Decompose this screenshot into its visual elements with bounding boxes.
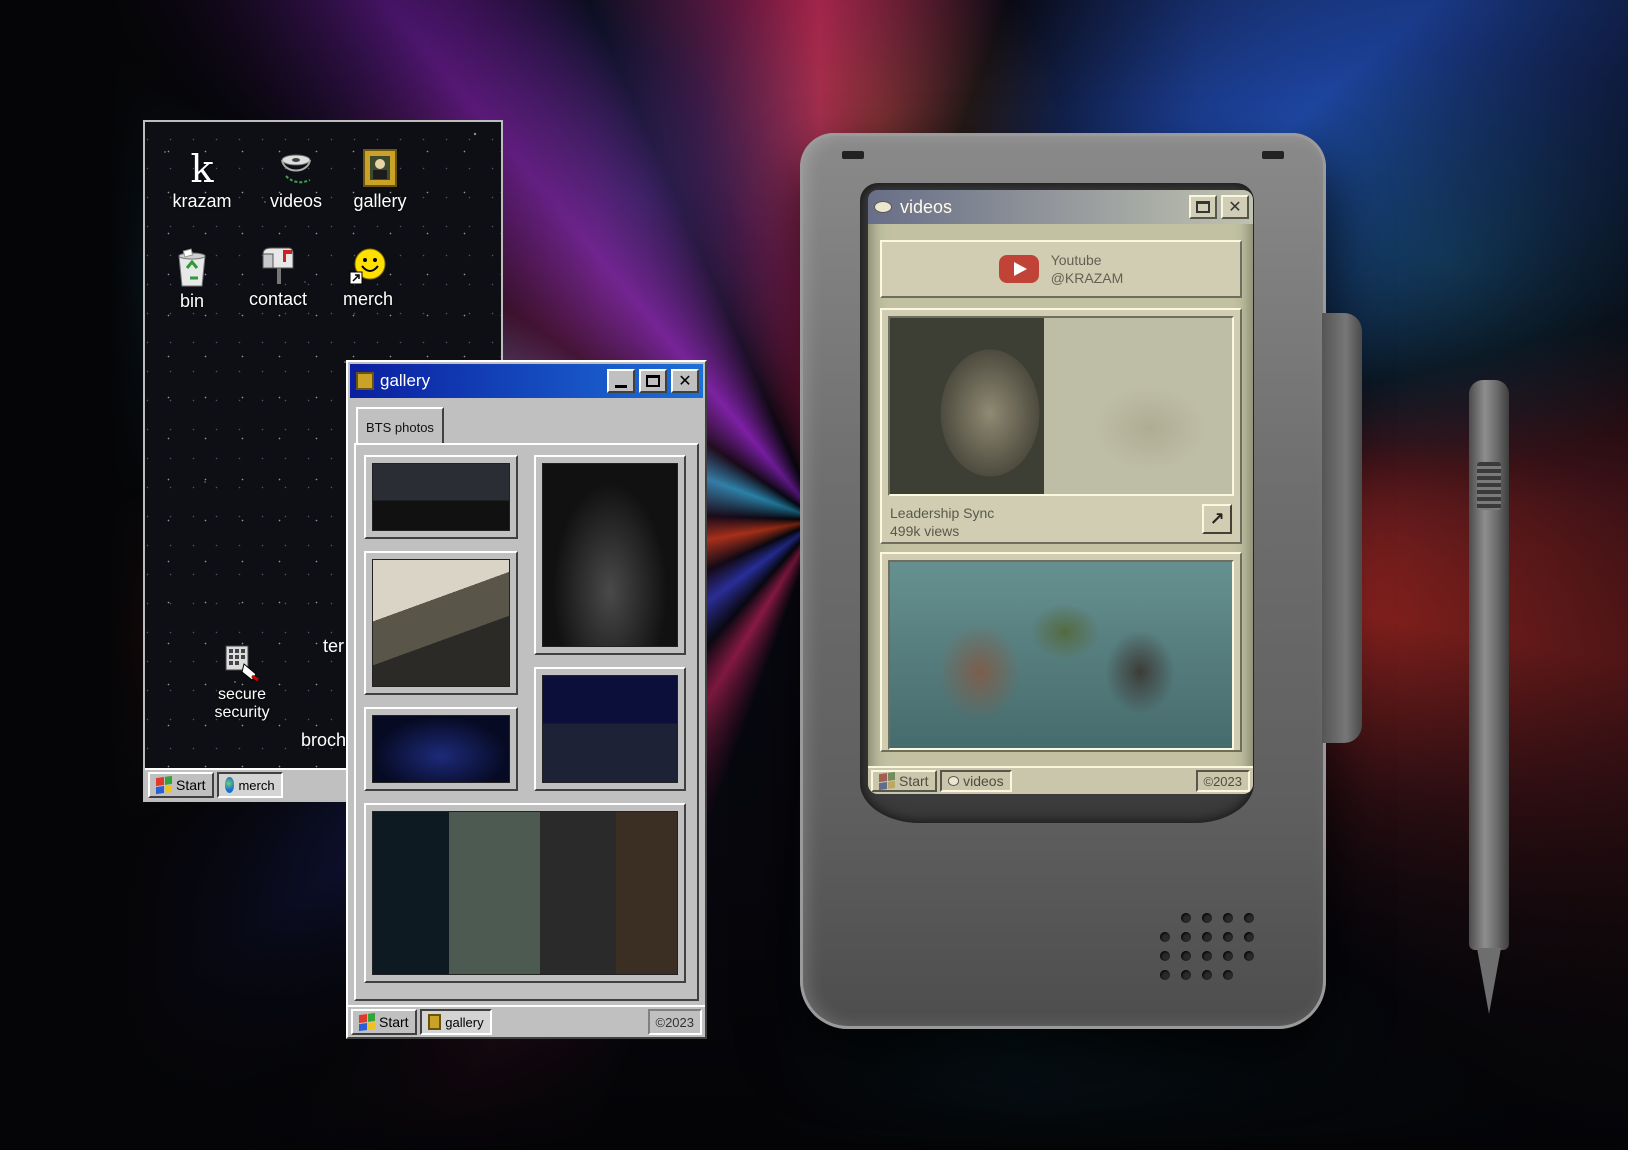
video-meta: Leadership Sync 499k views ↗ xyxy=(888,496,1234,540)
windows-logo-icon xyxy=(879,771,895,791)
windows-logo-icon xyxy=(359,1012,375,1032)
videos-titlebar[interactable]: videos ✕ xyxy=(868,190,1253,224)
desktop-partial-label-2: broch xyxy=(301,730,347,750)
close-icon: ✕ xyxy=(1228,199,1242,216)
smiley-shortcut-icon xyxy=(323,244,413,286)
device-side-grip xyxy=(1322,313,1362,743)
tab-bts-photos[interactable]: BTS photos xyxy=(356,407,444,445)
stylus-tip xyxy=(1477,948,1501,1014)
portrait-frame-icon xyxy=(427,1014,442,1030)
keypad-hand-icon xyxy=(197,640,287,682)
open-external-button[interactable]: ↗ xyxy=(1202,504,1232,534)
desktop-icon-contact[interactable]: contact xyxy=(233,244,323,308)
gallery-titlebar[interactable]: gallery ✕ xyxy=(350,364,703,398)
photo-grid xyxy=(354,443,699,1001)
stylus-grip xyxy=(1477,462,1501,510)
video-card[interactable] xyxy=(880,552,1242,752)
desktop-icon-krazam[interactable]: k krazam xyxy=(157,146,247,210)
film-reel-icon xyxy=(874,201,892,213)
videos-taskbar: Start videos ©2023 xyxy=(868,766,1253,794)
windows-logo-icon xyxy=(156,775,172,795)
desktop-icon-videos[interactable]: videos xyxy=(251,146,341,210)
gallery-title: gallery xyxy=(380,371,431,390)
photo-thumbnail[interactable] xyxy=(364,455,518,539)
youtube-text: Youtube @KRAZAM xyxy=(1050,252,1124,286)
desktop-icon-merch[interactable]: merch xyxy=(323,244,413,308)
close-icon: ✕ xyxy=(678,373,692,390)
video-card[interactable]: Leadership Sync 499k views ↗ xyxy=(880,308,1242,544)
portrait-frame-icon xyxy=(335,146,425,188)
video-views: 499k views xyxy=(890,523,960,539)
video-title: Leadership Sync xyxy=(890,505,995,521)
video-thumbnail[interactable] xyxy=(888,560,1234,750)
speaker-grille xyxy=(1160,913,1256,980)
globe-icon xyxy=(224,777,235,793)
device-slot-left xyxy=(842,151,864,159)
photo-thumbnail[interactable] xyxy=(364,803,686,983)
desktop-icon-bin[interactable]: bin xyxy=(147,246,237,310)
desktop-icon-secure-security[interactable]: secure security xyxy=(197,640,287,722)
gallery-window: gallery ✕ BTS photos Start gallery ©2023 xyxy=(346,360,707,1039)
youtube-channel-link[interactable]: Youtube @KRAZAM xyxy=(880,240,1242,298)
film-reel-icon xyxy=(947,776,960,786)
video-thumbnail[interactable] xyxy=(888,316,1234,496)
film-reel-icon xyxy=(251,146,341,188)
maximize-button[interactable] xyxy=(1189,195,1217,219)
minimize-icon xyxy=(615,384,627,388)
desktop-icon-gallery[interactable]: gallery xyxy=(335,146,425,210)
close-button[interactable]: ✕ xyxy=(1221,195,1249,219)
videos-start-button[interactable]: Start xyxy=(871,770,937,792)
close-button[interactable]: ✕ xyxy=(671,369,699,393)
krazam-k-icon: k xyxy=(190,147,214,191)
taskbar-clock: ©2023 xyxy=(647,1009,702,1035)
youtube-play-icon xyxy=(998,255,1039,283)
photo-thumbnail[interactable] xyxy=(364,707,518,791)
gallery-task-gallery[interactable]: gallery xyxy=(419,1009,492,1035)
desktop-partial-label-1: ter xyxy=(323,636,345,656)
videos-window: videos ✕ Youtube @KRAZAM Leadership Sync… xyxy=(868,190,1253,794)
maximize-icon xyxy=(1196,201,1210,213)
photo-thumbnail[interactable] xyxy=(534,455,686,655)
maximize-icon xyxy=(646,375,660,387)
desktop-start-button[interactable]: Start xyxy=(148,772,214,798)
taskbar-clock: ©2023 xyxy=(1195,770,1250,792)
gallery-tabs: BTS photos xyxy=(350,401,703,445)
minimize-button[interactable] xyxy=(607,369,635,393)
photo-thumbnail[interactable] xyxy=(534,667,686,791)
stylus-pen xyxy=(1465,380,1513,1030)
external-link-icon: ↗ xyxy=(1209,509,1225,529)
portrait-frame-icon xyxy=(356,372,374,390)
photo-thumbnail[interactable] xyxy=(364,551,518,695)
recycle-bin-icon xyxy=(147,246,237,288)
gallery-start-button[interactable]: Start xyxy=(351,1009,417,1035)
gallery-taskbar: Start gallery ©2023 xyxy=(348,1005,705,1037)
mailbox-icon xyxy=(233,244,323,286)
videos-task-videos[interactable]: videos xyxy=(939,770,1012,792)
videos-title: videos xyxy=(900,196,953,217)
device-slot-right xyxy=(1262,151,1284,159)
maximize-button[interactable] xyxy=(639,369,667,393)
desktop-task-merch[interactable]: merch xyxy=(216,772,283,798)
